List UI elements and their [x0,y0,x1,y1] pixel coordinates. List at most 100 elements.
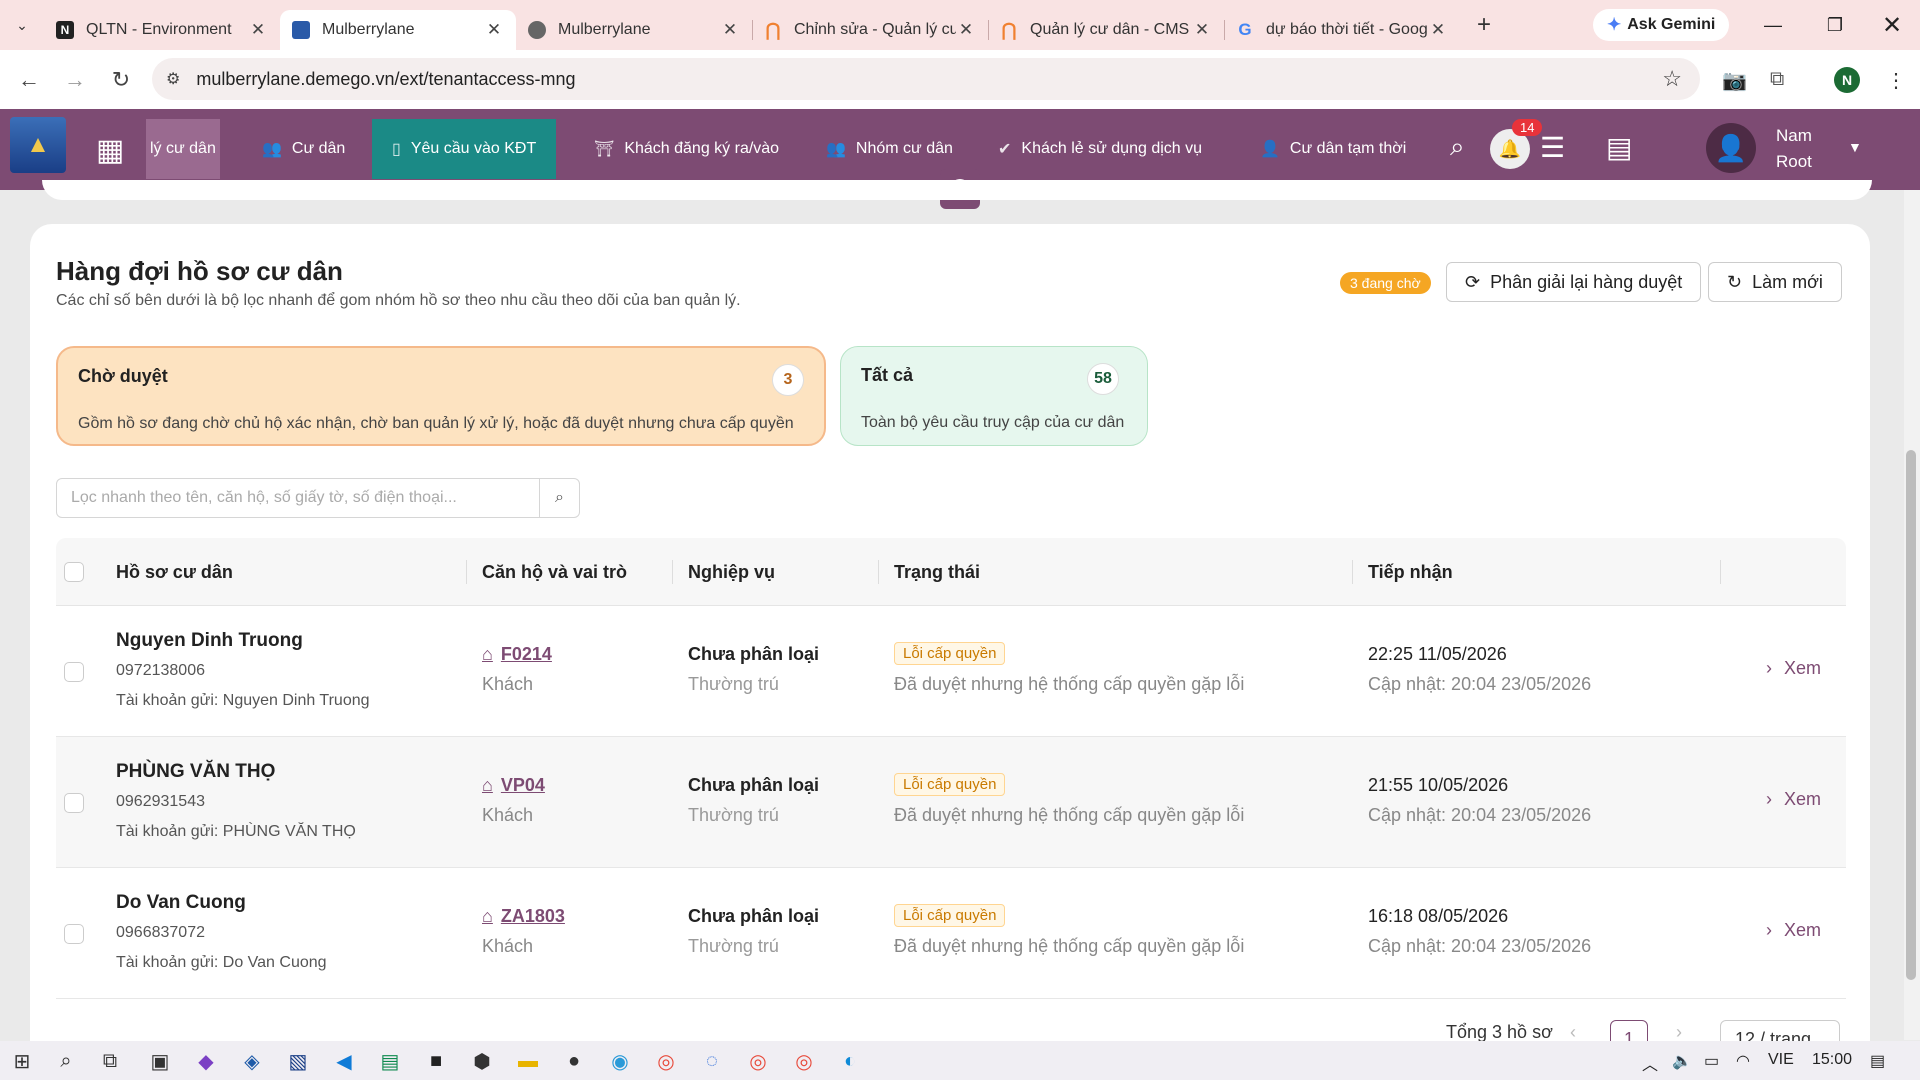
search-icon[interactable]: ⌕ [539,479,579,517]
battery-icon[interactable]: ▭ [1704,1051,1719,1071]
browser-tab[interactable]: ⋂ Chỉnh sửa - Quản lý cư dân ✕ [752,10,989,50]
view-button[interactable]: › Xem [1766,658,1821,679]
row-checkbox[interactable] [64,793,84,813]
close-tab-icon[interactable]: ✕ [956,20,976,40]
apps-grid-icon[interactable]: ▦ [96,133,124,168]
phone-icon: ▯ [392,141,401,158]
search-icon[interactable]: ⌕ [1450,131,1465,163]
file-explorer-icon[interactable]: ▬ [514,1047,542,1075]
notification-center-icon[interactable]: ▤ [1870,1051,1885,1071]
chrome-icon[interactable]: ◎ [652,1047,680,1075]
jetbrains-icon[interactable]: ■ [422,1047,450,1075]
close-tab-icon[interactable]: ✕ [1428,20,1448,40]
chrome-icon[interactable]: ◎ [790,1047,818,1075]
table-row[interactable]: PHÙNG VĂN THỌ 0962931543 Tài khoản gửi: … [56,737,1846,868]
tab-search-dropdown[interactable]: ⌄ [0,0,44,50]
close-tab-icon[interactable]: ✕ [484,20,504,40]
user-avatar[interactable]: 👤 [1706,123,1756,173]
notification-count-badge: 14 [1512,119,1543,136]
minimize-icon[interactable]: — [1745,0,1801,50]
table-row[interactable]: Nguyen Dinh Truong 0972138006 Tài khoản … [56,606,1846,737]
nav-item-guest-registration[interactable]: ⛩ Khách đăng ký ra/vào [580,119,793,179]
quick-filter-search: ⌕ [56,478,580,518]
caret-down-icon[interactable]: ▼ [1848,139,1862,155]
chrome-icon[interactable]: ◎ [744,1047,772,1075]
visual-studio-icon[interactable]: ◆ [192,1047,220,1075]
app-icon[interactable]: ◈ [238,1047,266,1075]
close-window-icon[interactable]: ✕ [1864,0,1920,50]
close-tab-icon[interactable]: ✕ [720,20,740,40]
browser-tab[interactable]: Mulberrylane ✕ [516,10,753,50]
browser-tab[interactable]: N QLTN - Environment ✕ [44,10,281,50]
row-checkbox[interactable] [64,662,84,682]
telegram-icon[interactable]: ◉ [606,1047,634,1075]
app-icon[interactable]: ● [560,1047,588,1075]
app-icon[interactable]: ▧ [284,1047,312,1075]
url-field[interactable]: ⚙ mulberrylane.demego.vn/ext/tenantacces… [152,58,1700,100]
language-indicator[interactable]: VIE [1768,1051,1794,1069]
close-tab-icon[interactable]: ✕ [248,20,268,40]
next-page-icon[interactable]: › [1676,1022,1682,1043]
volume-icon[interactable]: 🔈 [1672,1051,1692,1071]
search-input[interactable] [57,479,539,517]
app-icon[interactable]: ▤ [376,1047,404,1075]
back-icon[interactable]: ← [6,60,52,100]
ask-gemini-button[interactable]: ✦ Ask Gemini [1593,9,1730,41]
column-header[interactable]: Căn hộ và vai trò [482,538,627,606]
restore-icon[interactable]: ❐ [1807,0,1863,50]
reload-icon[interactable]: ↻ [98,60,144,100]
view-button[interactable]: › Xem [1766,920,1821,941]
forward-icon[interactable]: → [52,60,98,100]
apartment-link[interactable]: ⌂ F0214 [482,644,552,665]
nav-item-walkin-services[interactable]: ✔ Khách lẻ sử dụng dịch vụ [984,119,1216,179]
service-subtype: Thường trú [688,805,779,825]
site-info-icon[interactable]: ⚙ [166,69,180,89]
nav-item-temporary-residents[interactable]: 👤 Cư dân tạm thời [1246,119,1420,179]
nav-item-resident-management[interactable]: lý cư dân [146,119,220,179]
wifi-icon[interactable]: ◠ [1736,1051,1750,1071]
column-header[interactable]: Tiếp nhận [1368,538,1453,606]
task-view-icon[interactable]: ⧉ [96,1047,124,1075]
nav-item-residents[interactable]: 👥 Cư dân [248,119,359,179]
view-button[interactable]: › Xem [1766,789,1821,810]
new-tab-button[interactable]: + [1464,11,1504,39]
prev-page-icon[interactable]: ‹ [1570,1022,1576,1043]
clock[interactable]: 15:00 [1812,1051,1852,1069]
browser-tab-active[interactable]: Mulberrylane ✕ [280,10,516,50]
browser-tab[interactable]: G dự báo thời tiết - Google ✕ [1224,10,1460,50]
resolve-queue-button[interactable]: ⟳ Phân giải lại hàng duyệt [1446,262,1702,302]
row-checkbox[interactable] [64,924,84,944]
select-all-checkbox[interactable] [64,562,84,582]
list-menu-icon[interactable]: ☰ [1540,131,1565,164]
filter-card-all[interactable]: Tất cả 58 Toàn bộ yêu cầu truy cập của c… [840,346,1148,446]
app-logo[interactable]: ▲ [10,117,66,173]
user-name[interactable]: Nam Root [1776,123,1812,175]
column-header[interactable]: Nghiệp vụ [688,538,775,606]
table-row[interactable]: Do Van Cuong 0966837072 Tài khoản gửi: D… [56,868,1846,999]
taskbar-search-icon[interactable]: ⌕ [52,1047,80,1075]
profile-avatar[interactable]: N [1834,67,1860,93]
refresh-button[interactable]: ↻ Làm mới [1708,262,1842,302]
extensions-icon[interactable]: ⧉ [1770,68,1784,91]
scrollbar-thumb[interactable] [1906,450,1916,980]
zalo-icon[interactable]: ◌ [698,1047,726,1075]
apartment-link[interactable]: ⌂ ZA1803 [482,906,565,927]
close-tab-icon[interactable]: ✕ [1192,20,1212,40]
nav-item-access-requests[interactable]: ▯ Yêu cầu vào KĐT [372,119,557,179]
filter-card-pending[interactable]: Chờ duyệt 3 Gồm hồ sơ đang chờ chủ hộ xá… [56,346,826,446]
camera-icon[interactable]: 📷 [1722,68,1747,93]
windows-start-icon[interactable]: ⊞ [8,1047,36,1075]
vscode-icon[interactable]: ◀ [330,1047,358,1075]
tray-chevron-icon[interactable]: ︿ [1642,1051,1658,1075]
browser-tab[interactable]: ⋂ Quản lý cư dân - CMS ✕ [988,10,1225,50]
report-icon[interactable]: ▤ [1606,131,1632,164]
app-icon[interactable]: ⬢ [468,1047,496,1075]
column-header[interactable]: Trạng thái [894,538,980,606]
bookmark-star-icon[interactable]: ☆ [1662,66,1682,92]
column-header[interactable]: Hồ sơ cư dân [116,538,233,606]
apartment-link[interactable]: ⌂ VP04 [482,775,545,796]
menu-dots-icon[interactable]: ⋮ [1886,68,1906,93]
camera-app-icon[interactable]: ▣ [146,1047,174,1075]
sync-icon: ⟳ [1465,271,1481,292]
edge-icon[interactable]: ◐ [836,1047,864,1075]
